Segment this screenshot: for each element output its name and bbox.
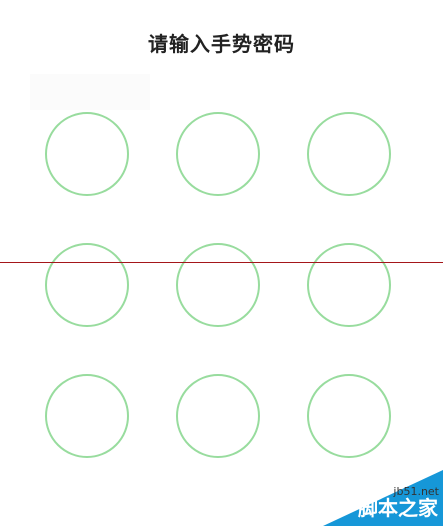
watermark: jb51.net 脚本之家 <box>323 470 443 526</box>
gesture-node-8[interactable] <box>176 374 260 458</box>
gesture-node-7[interactable] <box>45 374 129 458</box>
gesture-node-2[interactable] <box>176 112 260 196</box>
gesture-node-9[interactable] <box>307 374 391 458</box>
horizontal-divider <box>0 262 443 263</box>
gesture-pad[interactable] <box>0 0 443 526</box>
gesture-node-4[interactable] <box>45 243 129 327</box>
gesture-node-3[interactable] <box>307 112 391 196</box>
gesture-node-6[interactable] <box>307 243 391 327</box>
watermark-brand: 脚本之家 <box>358 496 438 520</box>
gesture-node-5[interactable] <box>176 243 260 327</box>
gesture-node-1[interactable] <box>45 112 129 196</box>
